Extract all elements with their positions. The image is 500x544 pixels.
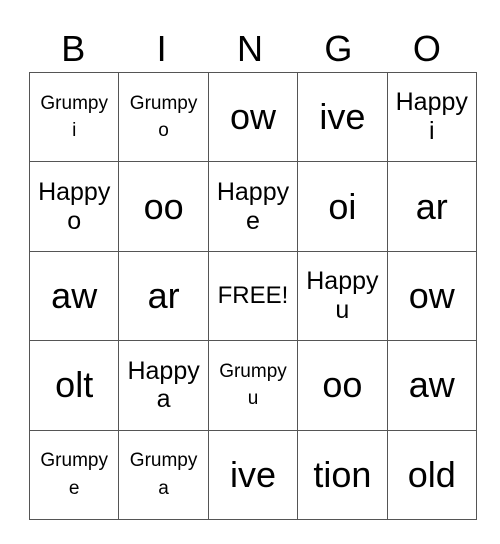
- cell-text: Happy u: [306, 267, 379, 324]
- grid-row: Grumpy i Grumpy o ow ive Happy i: [28, 71, 477, 163]
- bingo-cell[interactable]: tion: [297, 429, 388, 520]
- free-space-cell[interactable]: FREE!: [207, 250, 299, 342]
- cell-text: Happy o: [38, 177, 111, 235]
- cell-text: aw: [51, 275, 98, 317]
- bingo-cell[interactable]: ow: [386, 250, 477, 342]
- cell-text: oo: [143, 185, 184, 227]
- grid-row: Grumpy e Grumpy a ive tion old: [28, 429, 477, 520]
- cell-text: ar: [147, 275, 180, 317]
- bingo-cell[interactable]: Grumpy a: [118, 429, 209, 520]
- bingo-cell[interactable]: ow: [207, 71, 299, 163]
- bingo-grid: Grumpy i Grumpy o ow ive Happy i Happy o oo Happy e o…: [28, 71, 477, 520]
- bingo-cell[interactable]: ive: [207, 429, 299, 520]
- header-letter-i: I: [156, 28, 167, 69]
- bingo-cell[interactable]: ar: [386, 161, 477, 252]
- bingo-cell[interactable]: ar: [118, 250, 209, 342]
- header-letter-n: N: [237, 28, 264, 69]
- bingo-cell[interactable]: oi: [297, 161, 388, 252]
- bingo-cell[interactable]: Happy e: [207, 161, 299, 252]
- header-letter-b: B: [61, 28, 86, 69]
- cell-text: Grumpy e: [40, 450, 108, 499]
- bingo-cell[interactable]: oo: [297, 340, 388, 431]
- bingo-cell[interactable]: old: [386, 429, 477, 520]
- bingo-cell[interactable]: aw: [28, 250, 120, 342]
- cell-text: ar: [415, 185, 448, 227]
- cell-text: olt: [55, 364, 94, 406]
- cell-text: aw: [408, 364, 455, 406]
- cell-text: old: [407, 453, 456, 495]
- grid-row: aw ar FREE! Happy u ow: [28, 250, 477, 342]
- bingo-cell[interactable]: ive: [297, 71, 388, 163]
- bingo-cell[interactable]: Grumpy o: [118, 71, 209, 163]
- bingo-cell[interactable]: olt: [28, 340, 120, 431]
- header-letter-g: G: [324, 28, 353, 69]
- cell-text: Happy a: [127, 356, 200, 414]
- cell-text: Grumpy a: [129, 450, 198, 499]
- bingo-header: B I N G O: [29, 26, 471, 72]
- bingo-cell[interactable]: Grumpy i: [28, 71, 120, 163]
- cell-text: Grumpy i: [40, 92, 108, 142]
- bingo-cell[interactable]: Happy o: [28, 161, 120, 252]
- cell-text: ive: [319, 96, 366, 138]
- cell-text: Happy e: [216, 177, 290, 235]
- grid-row: Happy o oo Happy e oi ar: [28, 161, 477, 252]
- cell-text: oo: [322, 364, 363, 406]
- cell-text: ive: [229, 453, 276, 495]
- cell-text: Grumpy o: [129, 92, 198, 142]
- bingo-cell[interactable]: oo: [118, 161, 209, 252]
- cell-text: ow: [229, 96, 276, 138]
- header-letter-o: O: [412, 28, 441, 69]
- cell-text: Grumpy u: [219, 360, 287, 410]
- bingo-cell[interactable]: Happy u: [297, 250, 388, 342]
- bingo-cell[interactable]: Grumpy e: [28, 429, 120, 520]
- cell-text: ow: [408, 275, 455, 317]
- bingo-cell[interactable]: Happy i: [386, 71, 477, 163]
- cell-text: FREE!: [217, 281, 289, 309]
- bingo-cell[interactable]: Grumpy u: [207, 340, 299, 431]
- grid-row: olt Happy a Grumpy u oo aw: [28, 340, 477, 431]
- cell-text: Happy i: [395, 88, 468, 146]
- bingo-cell[interactable]: Happy a: [118, 340, 209, 431]
- cell-text: oi: [328, 185, 357, 227]
- bingo-cell[interactable]: aw: [386, 340, 477, 431]
- cell-text: tion: [313, 453, 372, 495]
